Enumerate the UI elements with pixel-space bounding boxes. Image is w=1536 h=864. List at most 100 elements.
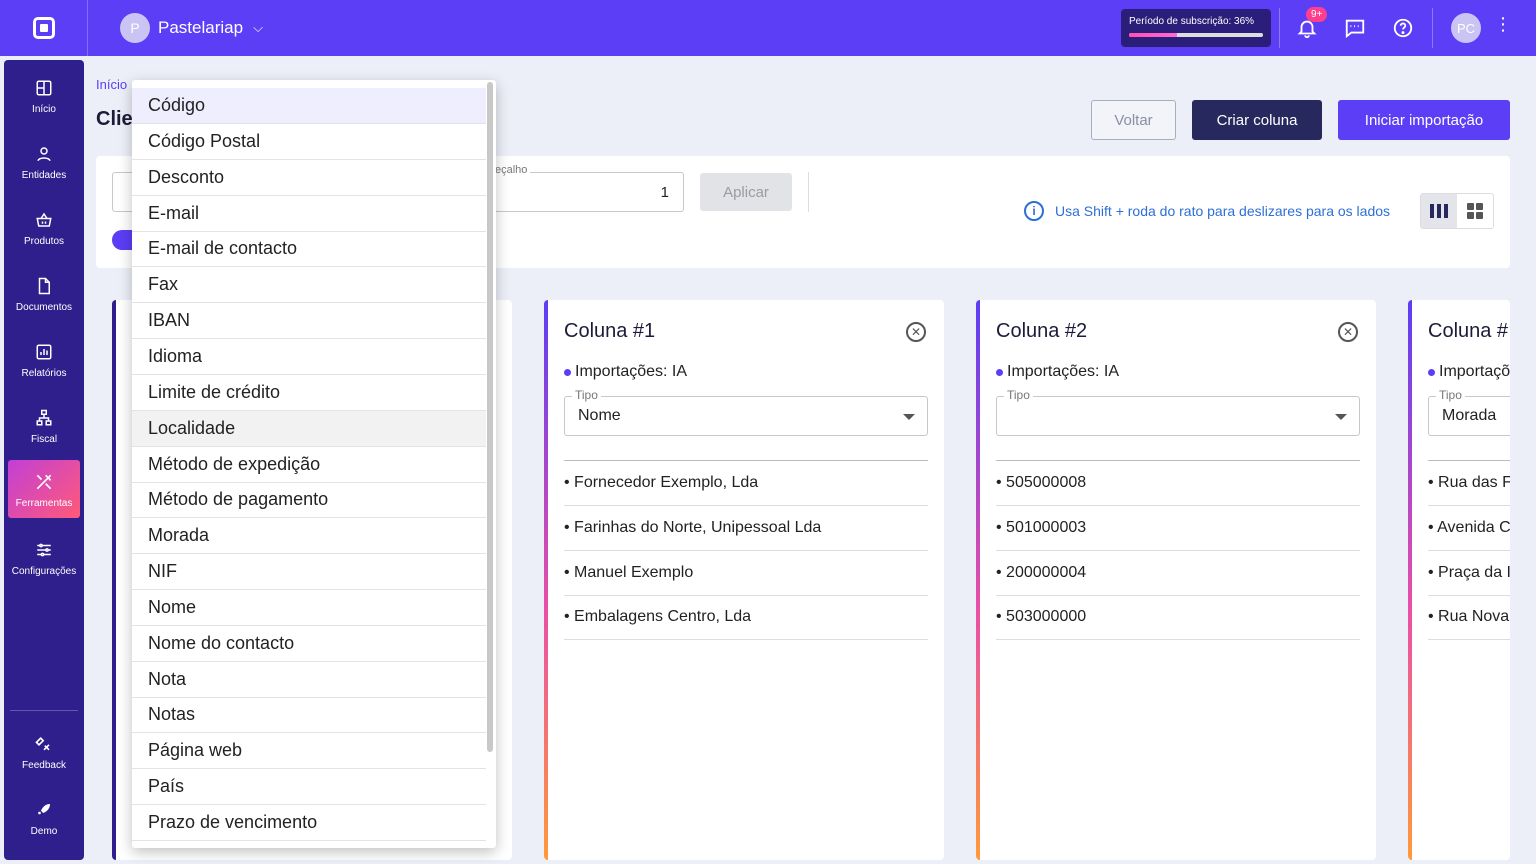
sidebar-item-produtos[interactable]: Produtos (8, 198, 80, 256)
basket-icon (36, 212, 52, 227)
dropdown-option[interactable]: Fax (132, 267, 486, 304)
import-source: Importações: IA (996, 363, 1119, 381)
dropdown-option[interactable]: Método de pagamento (132, 482, 486, 519)
grid-view-icon (1467, 203, 1483, 219)
dropdown-option[interactable]: Prazo de vencimento (132, 805, 486, 841)
sidebar-item-configuracoes[interactable]: Configurações (8, 528, 80, 586)
type-select[interactable]: Morada (1428, 396, 1510, 436)
dropdown-option[interactable]: Nome do contacto (132, 626, 486, 662)
dropdown-option[interactable]: Desconto (132, 160, 486, 196)
import-source-label: Importações: IA (575, 363, 688, 380)
sidebar: Início Entidades Produtos Documentos Rel… (4, 60, 84, 860)
dropdown-option[interactable]: Notas (132, 697, 486, 734)
type-select-label: Tipo (572, 388, 601, 402)
list-item: • Farinhas do Norte, Unipessoal Lda (564, 506, 928, 551)
list-item: • Embalagens Centro, Lda (564, 595, 928, 640)
more-menu-icon[interactable]: ⋮ (1494, 14, 1512, 35)
scroll-hint: i Usa Shift + roda do rato para deslizar… (1024, 201, 1390, 221)
dropdown-option[interactable]: País (132, 769, 486, 806)
dropdown-option[interactable]: Código Postal (132, 124, 486, 160)
page-title: Clie (96, 108, 133, 130)
topbar-divider (1279, 8, 1280, 48)
company-name: Pastelariap (158, 18, 244, 37)
create-column-button[interactable]: Criar coluna (1192, 100, 1322, 140)
type-select[interactable] (996, 396, 1360, 436)
sliders-icon (37, 543, 51, 556)
sidebar-divider (10, 710, 78, 711)
sidebar-item-label: Documentos (15, 301, 73, 313)
import-source: Importações: IA (564, 363, 687, 381)
sidebar-item-entidades[interactable]: Entidades (8, 132, 80, 190)
dropdown-option[interactable]: Idioma (132, 339, 486, 375)
sidebar-item-label: Relatórios (21, 367, 67, 379)
sidebar-item-label: Fiscal (30, 433, 58, 445)
status-dot (564, 368, 571, 376)
dropdown-option[interactable]: Método de expedição (132, 447, 486, 483)
user-avatar[interactable]: PC (1451, 13, 1481, 43)
company-selector[interactable]: P Pastelariap ⌵ (120, 13, 263, 43)
notifications-badge: 9+ (1306, 7, 1328, 22)
dropdown-option[interactable]: Limite de crédito (132, 375, 486, 411)
column-accent (1408, 300, 1412, 860)
filters-divider (808, 172, 809, 212)
list-item: • Praça da I (1428, 551, 1510, 596)
dropdown-option[interactable]: Página web (132, 733, 486, 770)
document-icon (38, 277, 50, 294)
subscription-panel[interactable]: Período de subscrição: 36% (1121, 9, 1271, 47)
breadcrumb[interactable]: Início (96, 77, 127, 92)
sidebar-item-label: Configurações (11, 565, 77, 577)
sidebar-item-demo[interactable]: Demo (8, 788, 80, 846)
status-dot (1428, 368, 1435, 376)
messages-button[interactable] (1341, 14, 1369, 42)
list-item: • 505000008 (996, 461, 1360, 506)
sidebar-item-inicio[interactable]: Início (8, 66, 80, 124)
back-button[interactable]: Voltar (1091, 100, 1176, 140)
type-select[interactable]: Nome (564, 396, 928, 436)
columns-view-button[interactable] (1421, 194, 1457, 228)
column-card: Coluna #1 ✕ Importações: IA Nome Tipo • … (544, 300, 944, 860)
sidebar-item-documentos[interactable]: Documentos (8, 264, 80, 322)
chat-icon (1345, 19, 1365, 39)
header-row-input[interactable]: 1 (484, 172, 684, 212)
dropdown-option[interactable]: Nota (132, 662, 486, 698)
dropdown-arrow-icon (903, 414, 915, 420)
file-type-field[interactable] (112, 172, 134, 212)
close-icon[interactable]: ✕ (906, 322, 926, 342)
start-import-button[interactable]: Iniciar importação (1338, 100, 1510, 140)
dropdown-option[interactable]: E-mail (132, 196, 486, 232)
app-logo[interactable] (0, 0, 88, 56)
dropdown-option[interactable]: Nome (132, 590, 486, 626)
topbar-divider (1432, 8, 1433, 48)
dropdown-option[interactable]: Localidade (132, 410, 486, 447)
list-item: • 503000000 (996, 595, 1360, 640)
type-select-value: Nome (578, 407, 621, 424)
user-icon (37, 146, 51, 161)
type-select-label: Tipo (1436, 388, 1465, 402)
dropdown-option[interactable]: Morada (132, 518, 486, 555)
dropdown-arrow-icon (1335, 414, 1347, 420)
list-item: • Avenida C (1428, 506, 1510, 551)
sidebar-item-label: Ferramentas (15, 497, 73, 509)
dropdown-scrollbar[interactable] (487, 82, 493, 752)
list-item: • Manuel Exemplo (564, 551, 928, 596)
sidebar-item-label: Feedback (22, 759, 66, 771)
dropdown-option[interactable]: IBAN (132, 303, 486, 340)
sidebar-item-fiscal[interactable]: Fiscal (8, 396, 80, 454)
grid-view-button[interactable] (1457, 194, 1493, 228)
sidebar-item-label: Entidades (21, 169, 67, 181)
header-toggle[interactable] (112, 230, 134, 250)
close-icon[interactable]: ✕ (1338, 322, 1358, 342)
dropdown-option[interactable]: E-mail de contacto (132, 231, 486, 268)
column-accent (544, 300, 548, 860)
apply-button[interactable]: Aplicar (700, 173, 792, 211)
help-button[interactable] (1389, 14, 1417, 42)
sidebar-item-ferramentas[interactable]: Ferramentas (8, 460, 80, 518)
info-icon: i (1024, 201, 1044, 221)
tools-icon (36, 474, 52, 489)
type-dropdown-menu: Código Código Postal Desconto E-mail E-mail … (132, 80, 496, 848)
sidebar-item-feedback[interactable]: Feedback (8, 722, 80, 780)
view-toggle (1420, 193, 1494, 229)
dropdown-option[interactable]: NIF (132, 554, 486, 591)
dropdown-option[interactable]: Código (132, 88, 486, 124)
sidebar-item-relatorios[interactable]: Relatórios (8, 330, 80, 388)
